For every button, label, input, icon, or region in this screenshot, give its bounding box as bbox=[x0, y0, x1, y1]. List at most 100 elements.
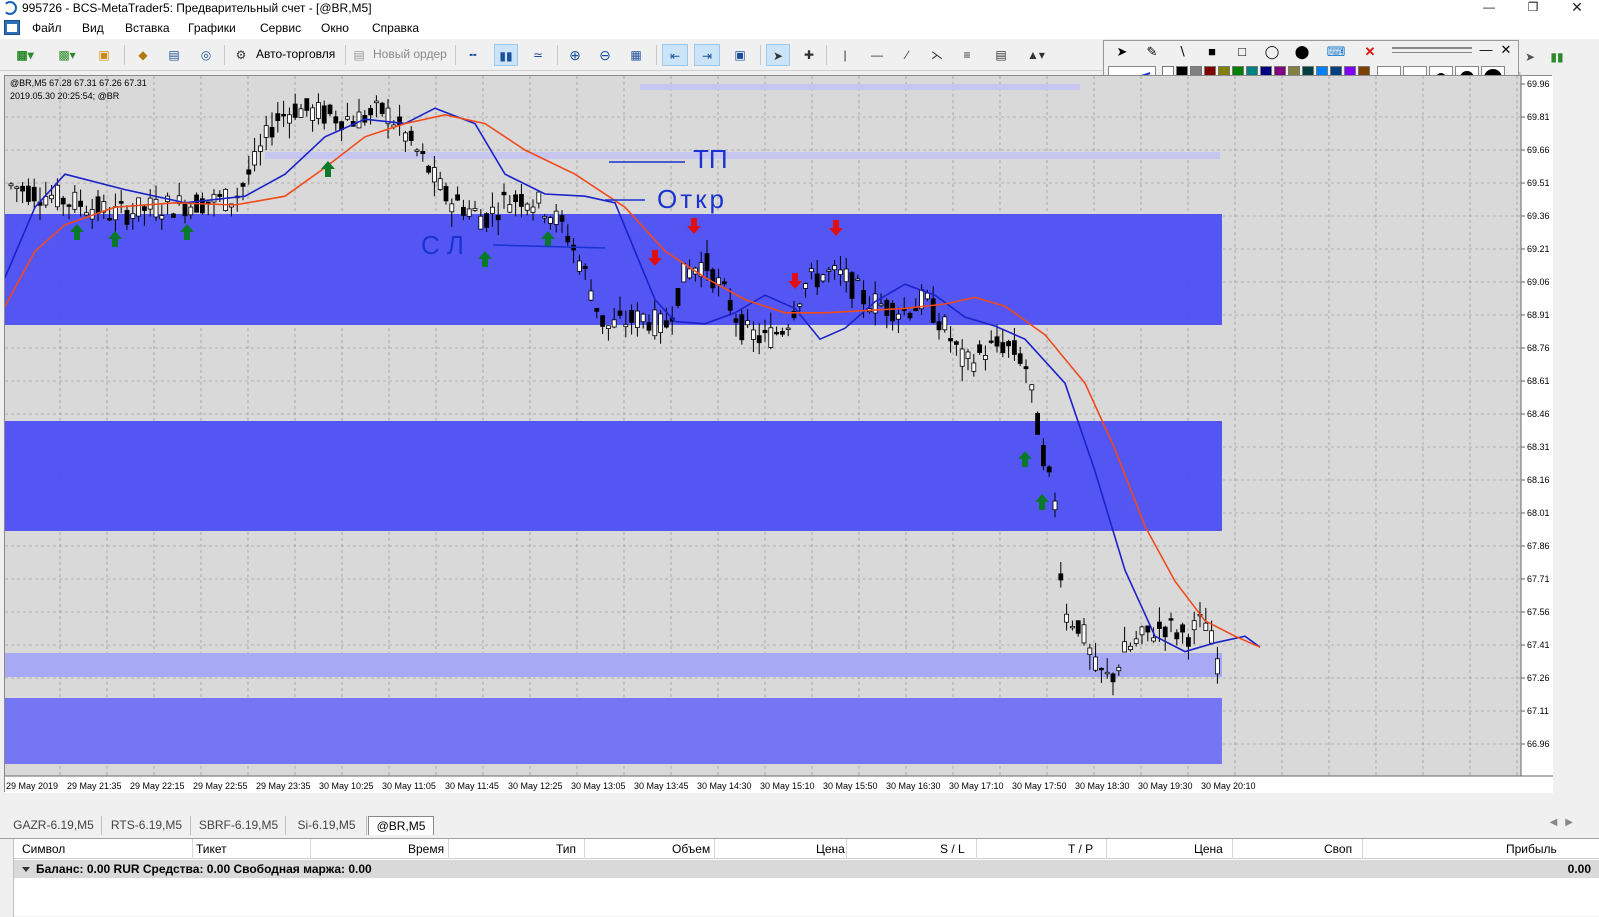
menu-window[interactable]: Окно bbox=[321, 21, 349, 35]
line-width-slider[interactable] bbox=[1392, 47, 1472, 49]
vertical-line-icon[interactable]: | bbox=[836, 44, 854, 66]
menu-view[interactable]: Вид bbox=[82, 21, 104, 35]
time-label: 29 May 22:15 bbox=[130, 781, 185, 791]
time-label: 30 May 17:50 bbox=[1012, 781, 1067, 791]
annotation-open: Откр bbox=[657, 184, 727, 214]
panel-close-icon[interactable]: ✕ bbox=[1496, 41, 1516, 59]
col-type[interactable]: Тип bbox=[556, 842, 576, 856]
col-symbol[interactable]: Символ bbox=[22, 842, 65, 856]
maximize-button[interactable]: ❐ bbox=[1512, 0, 1554, 17]
bar-chart-icon[interactable]: ╍ bbox=[462, 44, 484, 66]
candlestick-chart-icon[interactable]: ▮▮ bbox=[494, 44, 518, 66]
expand-icon[interactable]: ➤ bbox=[1519, 46, 1541, 68]
document-icon[interactable] bbox=[4, 20, 20, 35]
chart-shift-icon[interactable]: ⇥ bbox=[694, 44, 720, 66]
autotrade-button[interactable]: Авто-торговля bbox=[256, 47, 335, 61]
menu-bar: Файл Вид Вставка Графики Сервис Окно Спр… bbox=[0, 17, 1599, 39]
zone-faint-top bbox=[640, 84, 1080, 90]
tab-scroll-arrows[interactable]: ◀▶ bbox=[1550, 817, 1581, 828]
tab-gazr[interactable]: GAZR-6.19,M5 bbox=[6, 816, 102, 835]
equidistant-channel-icon[interactable]: ⋋ bbox=[926, 44, 948, 66]
collapse-arrow-icon[interactable] bbox=[22, 867, 30, 872]
time-label: 30 May 10:25 bbox=[319, 781, 374, 791]
menu-file[interactable]: Файл bbox=[32, 21, 62, 35]
col-time[interactable]: Время bbox=[408, 842, 444, 856]
tile-windows-icon[interactable]: ▦ bbox=[624, 44, 648, 66]
time-label: 29 May 21:35 bbox=[67, 781, 122, 791]
tab-si[interactable]: Si-6.19,M5 bbox=[287, 816, 367, 835]
autoscroll-icon[interactable]: ⇤ bbox=[662, 44, 688, 66]
market-watch-icon[interactable]: ▣ bbox=[93, 44, 115, 66]
data-window-icon[interactable]: ▤ bbox=[163, 44, 185, 66]
crosshair-icon[interactable]: ✚ bbox=[798, 44, 820, 66]
balance-row[interactable]: Баланс: 0.00 RUR Средства: 0.00 Свободна… bbox=[14, 860, 1599, 878]
zoom-in-icon[interactable]: ⊕ bbox=[564, 44, 586, 66]
terminal-side-strip[interactable] bbox=[0, 839, 14, 917]
col-tp[interactable]: T / P bbox=[1068, 842, 1093, 856]
filled-rectangle-icon[interactable]: ■ bbox=[1202, 43, 1222, 61]
select-tool-icon[interactable]: ➤ bbox=[1112, 43, 1132, 61]
tab-rts[interactable]: RTS-6.19,M5 bbox=[103, 816, 191, 835]
delete-all-icon[interactable]: ✕ bbox=[1360, 43, 1380, 61]
menu-help[interactable]: Справка bbox=[372, 21, 419, 35]
time-label: 30 May 19:30 bbox=[1138, 781, 1193, 791]
eraser-icon[interactable]: ⌨ bbox=[1326, 43, 1346, 61]
cursor-icon[interactable]: ➤ bbox=[766, 44, 790, 66]
price-chart[interactable]: ТП Откр СЛ 69.96 69.81 69.66 69.51 69.36 69.2… bbox=[5, 76, 1553, 793]
time-label: 30 May 11:05 bbox=[382, 781, 436, 791]
rectangle-icon[interactable]: □ bbox=[1232, 43, 1252, 61]
filled-ellipse-icon[interactable]: ⬤ bbox=[1292, 43, 1312, 61]
zoom-out-icon[interactable]: ⊖ bbox=[594, 44, 616, 66]
app-icon bbox=[3, 1, 17, 15]
menu-tools[interactable]: Сервис bbox=[260, 21, 301, 35]
chart-ohlc-info: @BR,M5 67.28 67.31 67.26 67.31 bbox=[10, 78, 147, 88]
panel-minimize-icon[interactable]: — bbox=[1476, 41, 1496, 59]
fibonacci-icon[interactable]: ≡ bbox=[956, 44, 978, 66]
col-volume[interactable]: Объем bbox=[672, 842, 710, 856]
col-price[interactable]: Цена bbox=[816, 842, 845, 856]
new-chart-icon[interactable]: ▦▾ bbox=[10, 44, 40, 66]
signals-icon[interactable]: ◎ bbox=[195, 44, 217, 66]
horizontal-line-icon[interactable]: — bbox=[866, 44, 888, 66]
time-label: 30 May 14:30 bbox=[697, 781, 752, 791]
ellipse-icon[interactable]: ◯ bbox=[1262, 43, 1282, 61]
minimize-button[interactable]: — bbox=[1468, 0, 1510, 17]
price-label: 68.61 bbox=[1527, 376, 1550, 386]
navigator-icon[interactable]: ◆ bbox=[132, 44, 154, 66]
chart-tabs: GAZR-6.19,M5 RTS-6.19,M5 SBRF-6.19,M5 Si… bbox=[0, 815, 1599, 836]
line-tool-icon[interactable]: ∖ bbox=[1172, 43, 1192, 61]
new-order-button[interactable]: Новый ордер bbox=[373, 47, 447, 61]
profiles-icon[interactable]: ▩▾ bbox=[52, 44, 82, 66]
autotrade-icon[interactable]: ⚙ bbox=[232, 44, 250, 66]
line-chart-icon[interactable]: ≃ bbox=[527, 44, 549, 66]
tab-br[interactable]: @BR,M5 bbox=[368, 816, 434, 835]
close-button[interactable]: ✕ bbox=[1556, 0, 1598, 17]
zone-faint-mid bbox=[265, 152, 1220, 159]
price-label: 67.86 bbox=[1527, 541, 1550, 551]
new-order-icon[interactable]: ▤ bbox=[350, 44, 368, 66]
price-label: 66.96 bbox=[1527, 739, 1550, 749]
shapes-dropdown-icon[interactable]: ▲▾ bbox=[1020, 44, 1052, 66]
toolbar-extra: ➤ ▮▮ bbox=[1519, 40, 1599, 72]
col-sl[interactable]: S / L bbox=[940, 842, 965, 856]
col-profit[interactable]: Прибыль bbox=[1506, 842, 1557, 856]
menu-insert[interactable]: Вставка bbox=[125, 21, 170, 35]
tab-sbrf[interactable]: SBRF-6.19,M5 bbox=[192, 816, 286, 835]
col-ticket[interactable]: Тикет bbox=[196, 842, 227, 856]
col-current-price[interactable]: Цена bbox=[1194, 842, 1223, 856]
price-label: 68.31 bbox=[1527, 442, 1550, 452]
trendline-icon[interactable]: ∕ bbox=[896, 44, 918, 66]
col-swap[interactable]: Своп bbox=[1324, 842, 1352, 856]
pencil-icon[interactable]: ✎ bbox=[1142, 43, 1162, 61]
text-icon[interactable]: ▤ bbox=[990, 44, 1012, 66]
time-label: 29 May 22:55 bbox=[193, 781, 248, 791]
indicators-icon[interactable]: ▣ bbox=[728, 44, 752, 66]
menu-charts[interactable]: Графики bbox=[188, 21, 236, 35]
price-label: 69.06 bbox=[1527, 277, 1550, 287]
chart-window[interactable]: ТП Откр СЛ 69.96 69.81 69.66 69.51 69.36 69.2… bbox=[4, 75, 1553, 793]
connection-status-icon[interactable]: ▮▮ bbox=[1545, 46, 1569, 68]
balance-summary: Баланс: 0.00 RUR Средства: 0.00 Свободна… bbox=[36, 862, 372, 876]
title-bar: 995726 - BCS-MetaTrader5: Предварительны… bbox=[0, 0, 1599, 17]
profit-total: 0.00 bbox=[1567, 862, 1591, 876]
time-label: 30 May 20:10 bbox=[1201, 781, 1256, 791]
